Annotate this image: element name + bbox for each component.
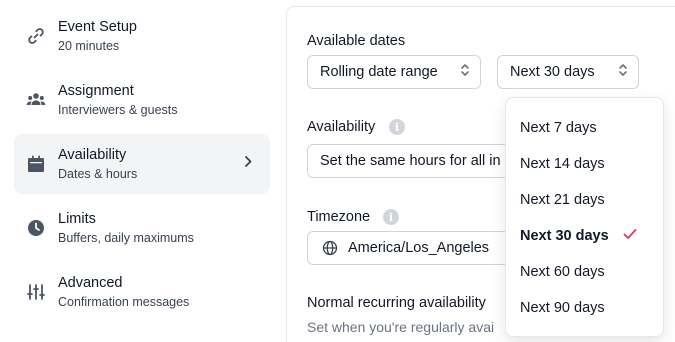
- chevron-right-icon: [242, 155, 254, 174]
- info-icon[interactable]: i: [389, 119, 405, 135]
- date-range-type-value: Rolling date range: [320, 64, 438, 80]
- sidebar-item-title: Advanced: [58, 275, 123, 291]
- menu-option[interactable]: Next 7 days: [506, 110, 663, 146]
- globe-icon: [322, 240, 338, 256]
- info-icon[interactable]: i: [383, 209, 399, 225]
- sidebar-item-title: Limits: [58, 211, 96, 227]
- sidebar: Event Setup 20 minutes Assignment Interv…: [0, 0, 286, 342]
- menu-option-selected[interactable]: Next 30 days: [506, 218, 663, 254]
- menu-option-label: Next 30 days: [520, 228, 609, 244]
- sidebar-item-subtitle: 20 minutes: [58, 39, 120, 53]
- sidebar-item-event-setup[interactable]: Event Setup 20 minutes: [14, 6, 270, 66]
- recurring-availability-label: Normal recurring availability: [307, 295, 486, 311]
- menu-option[interactable]: Next 14 days: [506, 146, 663, 182]
- sidebar-item-title: Event Setup: [58, 19, 137, 35]
- date-range-type-select[interactable]: Rolling date range: [307, 55, 481, 89]
- menu-option[interactable]: Next 21 days: [506, 182, 663, 218]
- people-icon: [26, 90, 46, 110]
- sidebar-item-subtitle: Buffers, daily maximums: [58, 231, 194, 245]
- timezone-value: America/Los_Angeles: [348, 240, 490, 256]
- menu-option[interactable]: Next 60 days: [506, 254, 663, 290]
- sidebar-item-assignment[interactable]: Assignment Interviewers & guests: [14, 70, 270, 130]
- date-range-length-select[interactable]: Next 30 days: [497, 55, 639, 89]
- clock-icon: [26, 218, 46, 238]
- calendar-icon: [26, 154, 46, 174]
- availability-hours-value: Set the same hours for all in: [320, 153, 501, 169]
- link-icon: [26, 26, 46, 46]
- date-range-length-value: Next 30 days: [510, 64, 595, 80]
- sidebar-item-availability[interactable]: Availability Dates & hours: [14, 134, 270, 194]
- sidebar-item-subtitle: Dates & hours: [58, 167, 138, 181]
- sidebar-item-subtitle: Confirmation messages: [58, 295, 190, 309]
- available-dates-label: Available dates: [307, 33, 406, 49]
- sidebar-item-title: Availability: [58, 147, 127, 163]
- recurring-availability-description: Set when you're regularly avai: [307, 319, 495, 335]
- date-range-length-menu: Next 7 days Next 14 days Next 21 days Ne…: [505, 97, 664, 337]
- chevron-up-down-icon: [618, 62, 628, 82]
- sidebar-item-advanced[interactable]: Advanced Confirmation messages: [14, 262, 270, 322]
- checkmark-icon: [623, 228, 637, 244]
- sliders-icon: [26, 282, 46, 302]
- sidebar-item-limits[interactable]: Limits Buffers, daily maximums: [14, 198, 270, 258]
- availability-hours-select[interactable]: Set the same hours for all in: [307, 144, 537, 178]
- sidebar-item-title: Assignment: [58, 83, 134, 99]
- sidebar-item-subtitle: Interviewers & guests: [58, 103, 178, 117]
- menu-option[interactable]: Next 90 days: [506, 290, 663, 326]
- availability-label: Availability: [307, 119, 376, 135]
- chevron-up-down-icon: [460, 62, 470, 82]
- timezone-select[interactable]: America/Los_Angeles: [307, 231, 537, 265]
- timezone-label: Timezone: [307, 209, 371, 225]
